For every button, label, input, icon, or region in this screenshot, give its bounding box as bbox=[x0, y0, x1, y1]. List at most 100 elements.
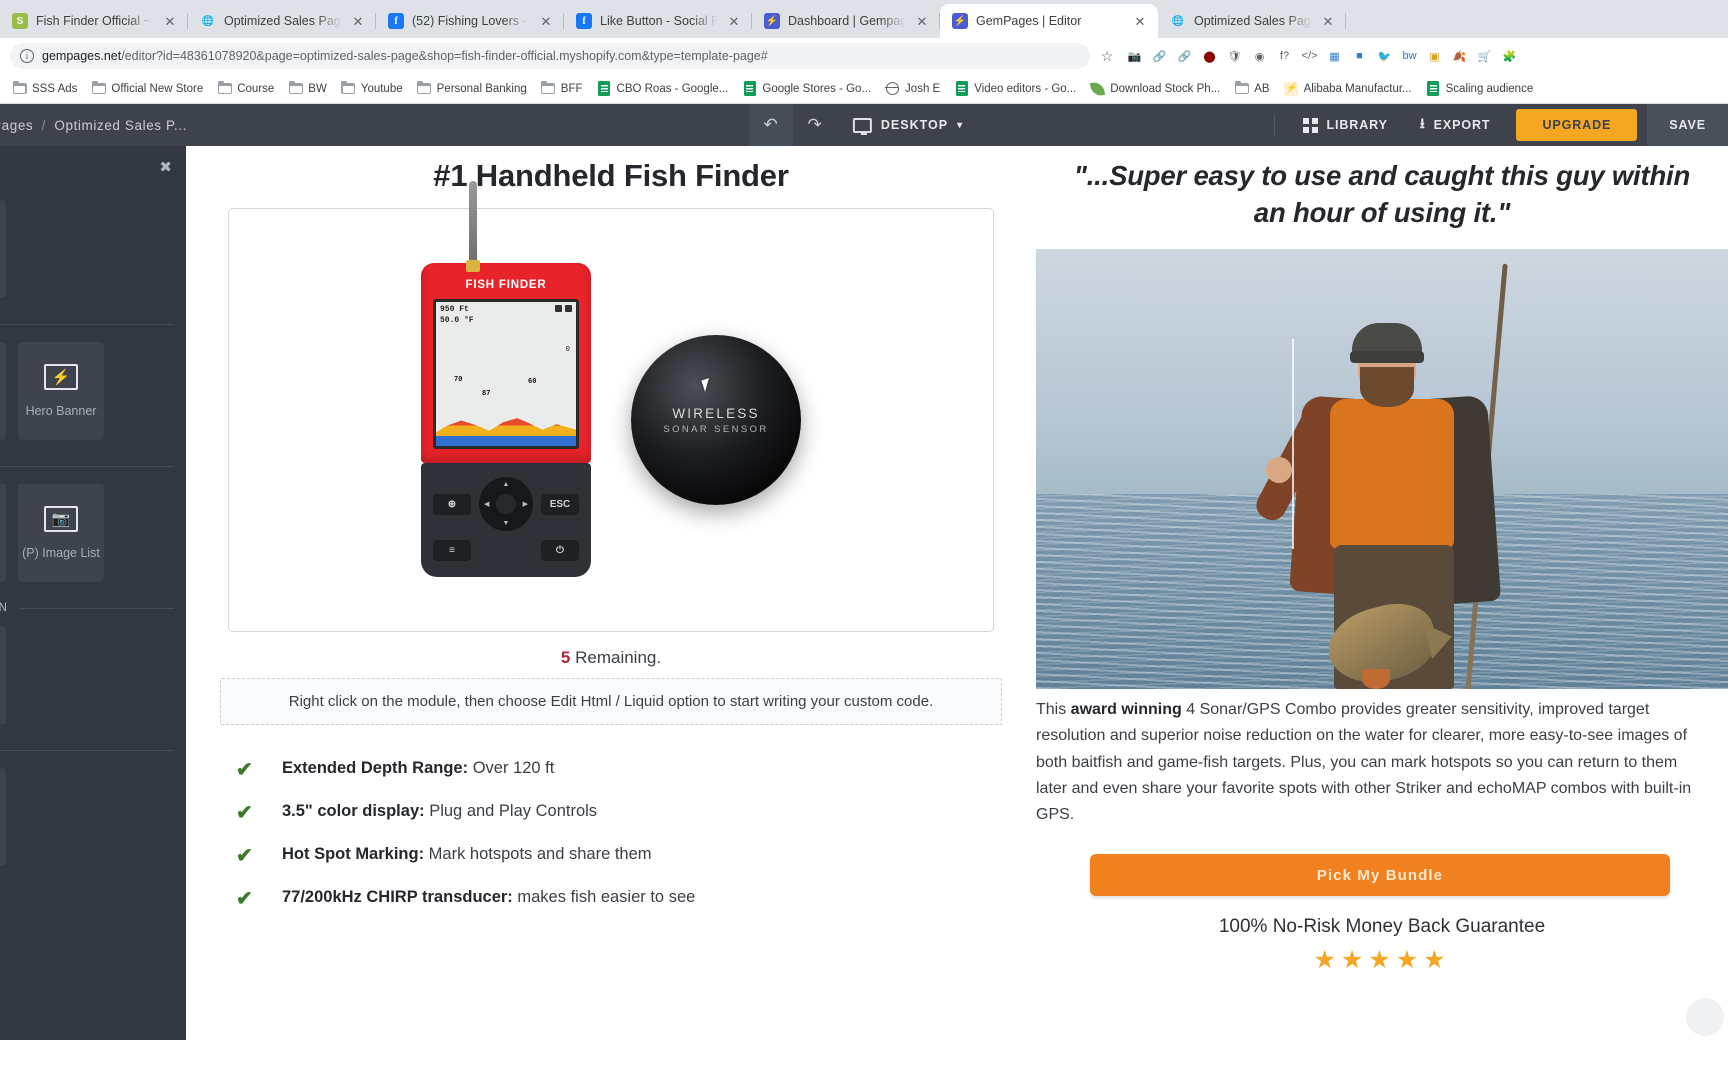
close-icon[interactable]: ✕ bbox=[1320, 13, 1336, 29]
sidebar-card[interactable]: ge bbox=[0, 768, 6, 866]
product-image-module[interactable]: FISH FINDER 950 Ft 50.0 °F 0 70 87 60 ⊕ … bbox=[228, 181, 994, 632]
address-bar[interactable]: i gempages.net/editor?id=48361078920&pag… bbox=[10, 43, 1090, 69]
puzzle-icon[interactable]: 🧩 bbox=[1499, 46, 1520, 67]
sidebar-card[interactable]: anner bbox=[0, 626, 6, 724]
check-icon: ✔ bbox=[236, 888, 253, 911]
gem-icon[interactable]: ■ bbox=[1349, 46, 1370, 67]
breadcrumb-root[interactable]: Pages bbox=[0, 118, 33, 133]
sheets-icon bbox=[742, 81, 757, 96]
tab-strip: S Fish Finder Official ~ Products - ✕ 🌐 … bbox=[0, 0, 1728, 38]
sidebar-card-image-list[interactable]: 📷 (P) Image List bbox=[18, 484, 104, 582]
page-canvas[interactable]: #1 Handheld Fish Finder FISH FINDER 950 … bbox=[186, 146, 1728, 1040]
screen-status-icons bbox=[555, 305, 572, 312]
code-icon[interactable]: </> bbox=[1299, 46, 1320, 67]
description-pre: This bbox=[1036, 701, 1071, 719]
check-icon: ✔ bbox=[236, 845, 253, 868]
cart-icon[interactable]: 🛒 bbox=[1474, 46, 1495, 67]
sidebar-card[interactable]: x bbox=[0, 342, 6, 440]
cta-section: Pick My Bundle bbox=[1036, 828, 1728, 897]
bookmark-item[interactable]: Video editors - Go... bbox=[948, 78, 1082, 99]
bookmark-item[interactable]: Official New Store bbox=[85, 78, 209, 99]
bookmark-star-icon[interactable]: ☆ bbox=[1096, 45, 1118, 67]
save-button[interactable]: SAVE bbox=[1647, 104, 1728, 146]
link-icon[interactable]: 🔗 bbox=[1174, 46, 1195, 67]
close-icon[interactable]: ✕ bbox=[350, 13, 366, 29]
device-brand-label: FISH FINDER bbox=[465, 279, 547, 291]
browser-tab[interactable]: 🌐 Optimized Sales Page – Fish Fin ✕ bbox=[188, 4, 376, 38]
browser-tab[interactable]: f (52) Fishing Lovers - Home ✕ bbox=[376, 4, 564, 38]
sheets-icon bbox=[954, 81, 969, 96]
alibaba-icon: ⚡ bbox=[1284, 81, 1299, 96]
sidebar-card-grid: anner bbox=[0, 626, 186, 724]
bookmark-item[interactable]: AB bbox=[1228, 78, 1275, 99]
bookmark-label: BFF bbox=[560, 82, 583, 95]
export-label: EXPORT bbox=[1433, 118, 1491, 132]
sonar-graph bbox=[436, 398, 576, 446]
link-icon[interactable]: 🔗 bbox=[1149, 46, 1170, 67]
gempages-icon: ⚡ bbox=[952, 13, 968, 29]
sidebar-section-collection: COLLECTION bbox=[0, 582, 186, 626]
guarantee-text: 100% No-Risk Money Back Guarantee bbox=[1218, 916, 1546, 938]
bw-icon[interactable]: bw bbox=[1399, 46, 1420, 67]
redo-icon[interactable]: ↷ bbox=[793, 104, 837, 146]
close-icon[interactable]: ✕ bbox=[1132, 13, 1148, 29]
sidebar-card[interactable] bbox=[0, 200, 6, 298]
colorwheel-icon[interactable]: ◉ bbox=[1249, 46, 1270, 67]
browser-tab[interactable]: 🌐 Optimized Sales Page – Fish Fin ✕ bbox=[1158, 4, 1346, 38]
bird-icon[interactable]: 🐦 bbox=[1374, 46, 1395, 67]
bookmark-item[interactable]: Youtube bbox=[335, 78, 409, 99]
bookmark-item[interactable]: Google Stores - Go... bbox=[736, 78, 877, 99]
font-icon[interactable]: f? bbox=[1274, 46, 1295, 67]
export-button[interactable]: ⭳ EXPORT bbox=[1404, 104, 1507, 146]
feature-list: ✔ Extended Depth Range: Over 120 ft ✔ 3.… bbox=[220, 759, 1002, 909]
liquid-module-placeholder[interactable]: Right click on the module, then choose E… bbox=[220, 678, 1002, 726]
bookmark-item[interactable]: Personal Banking bbox=[411, 78, 533, 99]
editor-center-controls: ↶ ↷ DESKTOP ▾ bbox=[748, 104, 979, 146]
facebook-icon: f bbox=[388, 13, 404, 29]
caught-fish-illustration bbox=[1320, 595, 1456, 690]
card-icon[interactable]: ▣ bbox=[1424, 46, 1445, 67]
bookmark-item[interactable]: SSS Ads bbox=[6, 78, 83, 99]
close-icon[interactable]: ✕ bbox=[162, 13, 178, 29]
upgrade-button[interactable]: UPGRADE bbox=[1516, 109, 1638, 141]
undo-icon[interactable]: ↶ bbox=[748, 104, 793, 146]
close-icon[interactable]: ✕ bbox=[914, 13, 930, 29]
sidebar-card-label: Hero Banner bbox=[25, 404, 97, 418]
bookmark-item[interactable]: Josh E bbox=[879, 78, 946, 99]
close-icon[interactable]: ✕ bbox=[538, 13, 554, 29]
editor-right-actions: LIBRARY ⭳ EXPORT UPGRADE SAVE bbox=[1274, 104, 1728, 146]
browser-tab[interactable]: S Fish Finder Official ~ Products - ✕ bbox=[0, 4, 188, 38]
dpad-control: ▲ ▼ ◀ ▶ bbox=[479, 477, 533, 531]
grid-icon[interactable]: ▦ bbox=[1324, 46, 1345, 67]
breadcrumb[interactable]: Pages / Optimized Sales P... bbox=[0, 118, 187, 133]
sidebar-card-hero-banner[interactable]: ⚡ Hero Banner bbox=[18, 342, 104, 440]
bookmark-item[interactable]: Download Stock Ph... bbox=[1084, 78, 1226, 99]
pick-my-bundle-button[interactable]: Pick My Bundle bbox=[1090, 854, 1670, 897]
bookmark-item[interactable]: ⚡ Alibaba Manufactur... bbox=[1278, 78, 1418, 99]
sidebar-card-grid: ge 📷 (P) Image List bbox=[0, 484, 186, 582]
camera-icon[interactable]: 📷 bbox=[1124, 46, 1145, 67]
close-icon[interactable]: ✖ bbox=[159, 160, 172, 175]
leaf-icon[interactable]: 🍂 bbox=[1449, 46, 1470, 67]
breadcrumb-separator: / bbox=[41, 117, 46, 133]
close-icon[interactable]: ✕ bbox=[726, 13, 742, 29]
bookmark-item[interactable]: BW bbox=[282, 78, 333, 99]
browser-tab-active[interactable]: ⚡ GemPages | Editor ✕ bbox=[940, 4, 1158, 38]
stock-label: Remaining. bbox=[570, 648, 662, 667]
browser-tab[interactable]: ⚡ Dashboard | Gempages ✕ bbox=[752, 4, 940, 38]
device-selector[interactable]: DESKTOP ▾ bbox=[837, 104, 979, 146]
shield-icon[interactable]: 🛡 bbox=[1224, 46, 1245, 67]
hero-photo[interactable] bbox=[1036, 249, 1728, 690]
record-icon[interactable]: ⬤ bbox=[1199, 46, 1220, 67]
browser-tab[interactable]: f Like Button - Social Plugins ✕ bbox=[564, 4, 752, 38]
sidebar-card-grid: x ⚡ Hero Banner bbox=[0, 342, 186, 440]
bookmark-item[interactable]: CBO Roas - Google... bbox=[591, 78, 735, 99]
bookmark-item[interactable]: Scaling audience bbox=[1420, 78, 1540, 99]
bookmark-item[interactable]: Course bbox=[211, 78, 280, 99]
sidebar-card[interactable]: ge bbox=[0, 484, 6, 582]
bookmark-item[interactable]: BFF bbox=[535, 78, 589, 99]
product-description: This award winning 4 Sonar/GPS Combo pro… bbox=[1036, 689, 1728, 828]
bookmark-label: Official New Store bbox=[111, 82, 204, 95]
library-button[interactable]: LIBRARY bbox=[1287, 104, 1403, 146]
site-info-icon[interactable]: i bbox=[20, 49, 34, 63]
